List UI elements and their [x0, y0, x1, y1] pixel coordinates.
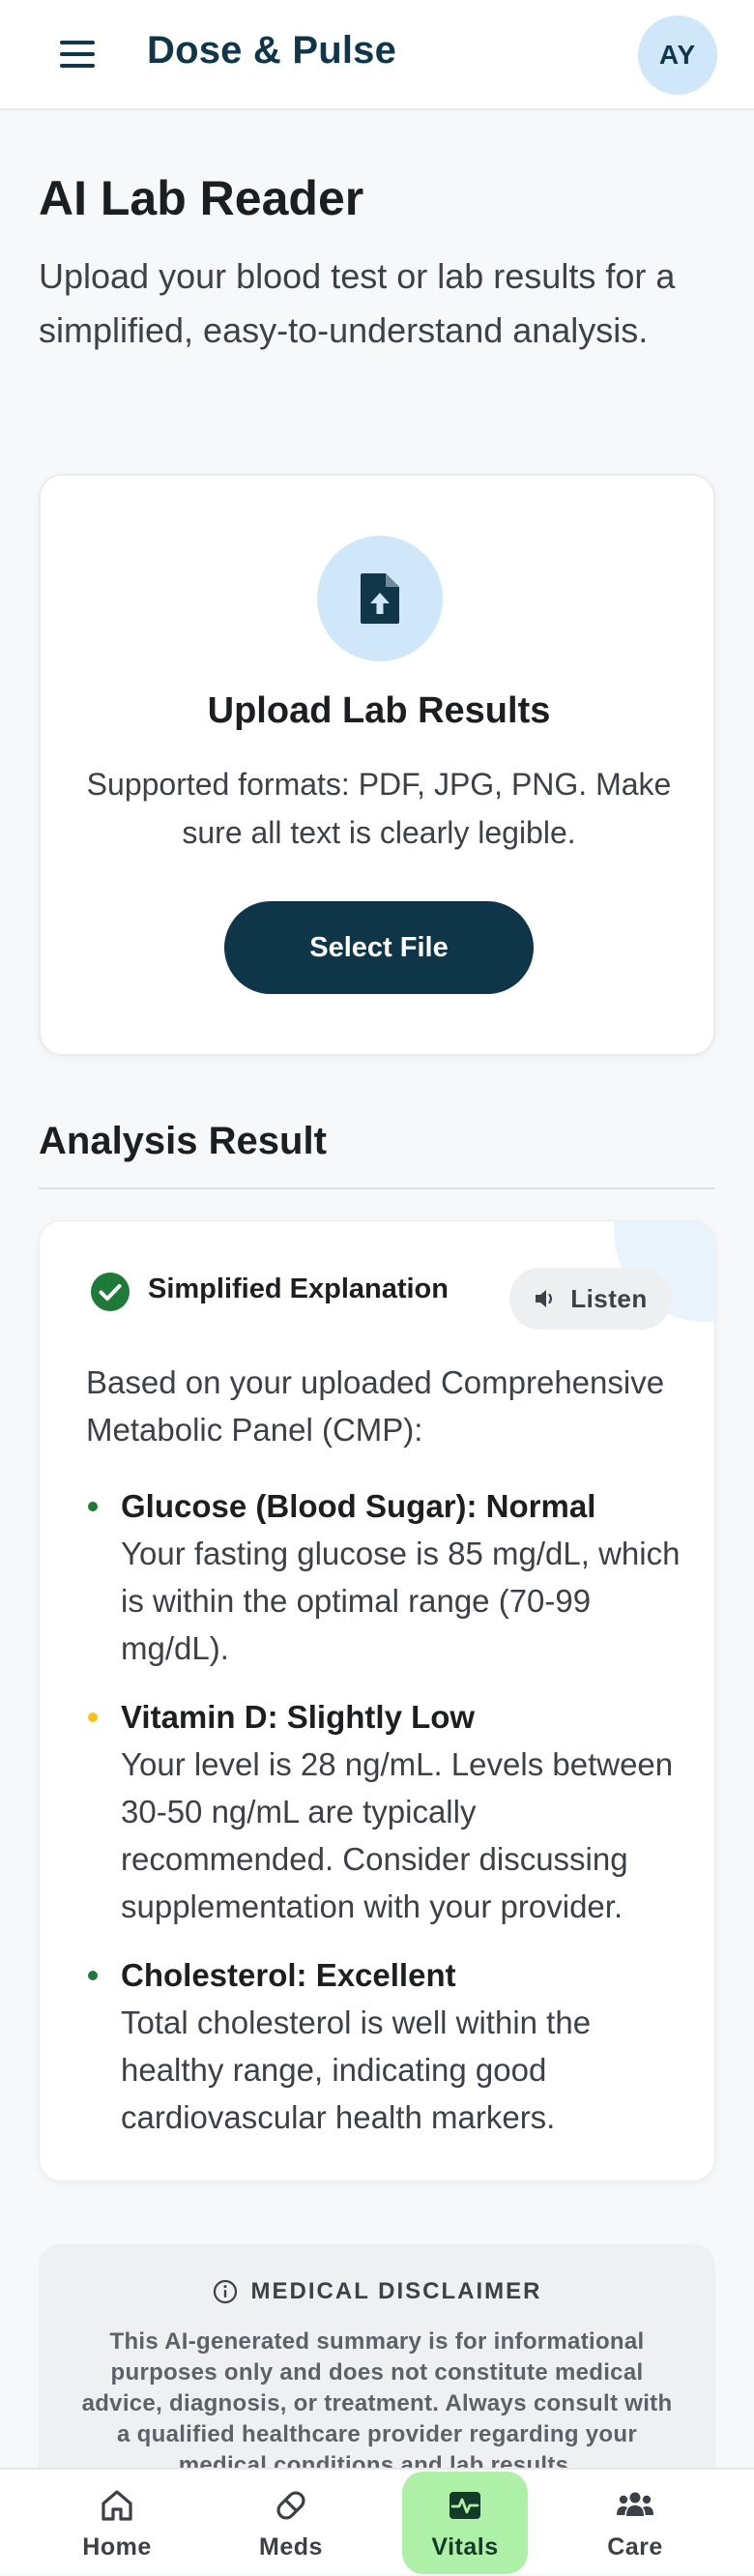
simplified-explanation-label: Simplified Explanation	[148, 1273, 449, 1304]
home-icon	[102, 2489, 132, 2521]
disclaimer-header: MEDICAL DISCLAIMER	[39, 2278, 715, 2305]
nav-item-meds[interactable]: Meds	[228, 2470, 354, 2576]
result-list: Glucose (Blood Sugar): Normal Your fasti…	[86, 1482, 685, 2162]
analysis-intro: Based on your uploaded Comprehensive Met…	[86, 1364, 665, 1448]
analysis-heading: Analysis Result	[39, 1120, 327, 1162]
result-item-cholesterol: Cholesterol: Excellent Total cholesterol…	[86, 1951, 685, 2141]
people-icon	[617, 2492, 653, 2516]
nav-label: Meds	[259, 2532, 323, 2561]
select-file-button[interactable]: Select File	[224, 901, 534, 994]
nav-label: Vitals	[431, 2532, 499, 2561]
nav-item-vitals[interactable]: Vitals	[402, 2472, 528, 2574]
result-item-vitamin-d: Vitamin D: Slightly Low Your level is 28…	[86, 1693, 685, 1930]
result-item-text: Total cholesterol is well within the hea…	[121, 2005, 592, 2135]
app-header: Dose & Pulse AY	[0, 0, 754, 110]
nav-item-care[interactable]: Care	[572, 2470, 698, 2576]
result-item-title: Glucose (Blood Sugar): Normal	[121, 1488, 596, 1524]
result-item-glucose: Glucose (Blood Sugar): Normal Your fasti…	[86, 1482, 685, 1672]
page-subtitle: Upload your blood test or lab results fo…	[39, 256, 676, 350]
result-item-text: Your level is 28 ng/mL. Levels between 3…	[121, 1746, 674, 1924]
nav-item-home[interactable]: Home	[54, 2470, 180, 2576]
disclaimer-title: MEDICAL DISCLAIMER	[250, 2278, 542, 2304]
info-icon	[213, 2279, 237, 2304]
file-upload-icon	[361, 573, 399, 624]
user-avatar[interactable]: AY	[638, 15, 717, 95]
listen-label: Listen	[570, 1283, 648, 1313]
pill-icon	[276, 2490, 305, 2520]
upload-title: Upload Lab Results	[207, 690, 551, 731]
nav-label: Home	[82, 2532, 152, 2561]
result-item-title: Vitamin D: Slightly Low	[121, 1699, 476, 1735]
app-title: Dose & Pulse	[147, 29, 397, 72]
disclaimer-text: This AI-generated summary is for informa…	[81, 2328, 673, 2478]
nav-label: Care	[607, 2532, 663, 2561]
bottom-navigation: Home Meds Vitals Care	[0, 2468, 754, 2574]
upload-card: Upload Lab Results Supported formats: PD…	[39, 474, 715, 1056]
status-dot	[88, 1502, 98, 1511]
speaker-icon	[536, 1290, 553, 1307]
upload-icon-container	[317, 536, 443, 661]
hamburger-menu-icon[interactable]	[54, 37, 99, 72]
upload-description: Supported formats: PDF, JPG, PNG. Make s…	[86, 767, 672, 850]
analysis-result-card: Simplified Explanation Listen Based on y…	[39, 1220, 715, 2181]
result-item-title: Cholesterol: Excellent	[121, 1957, 456, 1993]
status-dot	[88, 1712, 98, 1722]
result-item-text: Your fasting glucose is 85 mg/dL, which …	[121, 1536, 681, 1666]
heartbeat-icon	[450, 2491, 480, 2519]
section-divider	[39, 1187, 715, 1189]
status-dot	[88, 1971, 98, 1980]
check-circle-icon	[91, 1273, 130, 1311]
listen-button[interactable]: Listen	[509, 1268, 672, 1330]
page-title: AI Lab Reader	[39, 171, 364, 225]
